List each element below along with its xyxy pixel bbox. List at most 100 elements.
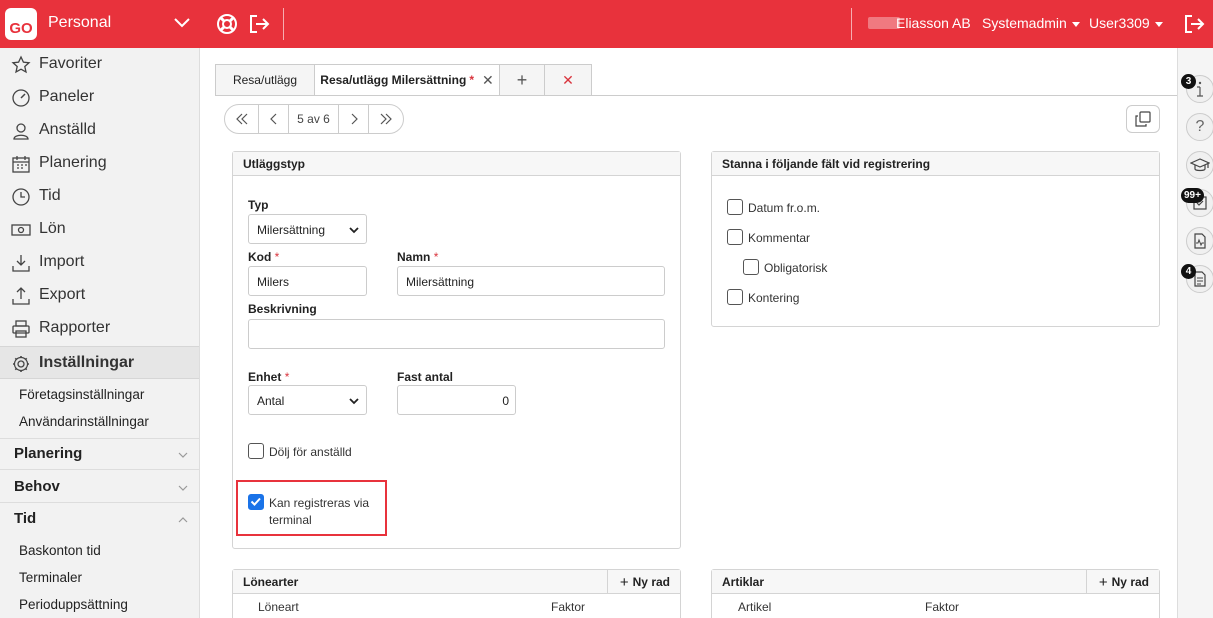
user-label: User3309 <box>1089 15 1150 31</box>
right-rail: 3 ? 99+ 4 <box>1177 48 1213 618</box>
sidebar-subitem-anvandarinstallningar[interactable]: Användarinställningar <box>19 414 149 429</box>
new-tab-button[interactable]: + <box>499 64 545 96</box>
panel-title: Stanna i följande fält vid registrering <box>712 152 1159 176</box>
role-menu[interactable]: Systemadmin <box>982 15 1080 31</box>
app-logo[interactable]: GO <box>5 8 37 40</box>
close-icon[interactable]: ✕ <box>482 72 494 89</box>
col-header-artikel[interactable]: Artikel <box>738 600 771 614</box>
obligatorisk-checkbox[interactable] <box>743 259 759 275</box>
plus-icon: + <box>619 574 629 591</box>
chevron-down-icon[interactable] <box>172 12 192 32</box>
sidebar-item-rapporter[interactable]: Rapporter <box>0 312 199 345</box>
fast-antal-input[interactable]: 0 <box>397 385 516 415</box>
kod-input[interactable]: Milers <box>248 266 367 296</box>
export-icon <box>12 287 30 305</box>
toolbar-divider <box>851 8 852 40</box>
role-label: Systemadmin <box>982 15 1067 31</box>
info-badge: 3 <box>1181 74 1196 89</box>
sidebar-item-label: Inställningar <box>39 354 135 371</box>
lifebuoy-icon[interactable] <box>215 12 239 36</box>
obligatorisk-label: Obligatorisk <box>764 261 828 275</box>
panel-title: Artiklar <box>722 575 765 589</box>
calendar-icon <box>12 156 30 173</box>
activity-button[interactable] <box>1186 227 1213 255</box>
sidebar-item-lon[interactable]: Lön <box>0 213 199 246</box>
sidebar-subitem-terminaler[interactable]: Terminaler <box>19 570 82 585</box>
help-button[interactable]: ? <box>1186 113 1213 141</box>
check-icon <box>250 497 261 506</box>
dolj-for-anstalld-checkbox[interactable] <box>248 443 264 459</box>
new-row-label: Ny rad <box>632 575 670 589</box>
sidebar-subitem-baskonton-tid[interactable]: Baskonton tid <box>19 543 101 558</box>
panel-header: Lönearter + Ny rad <box>233 570 680 594</box>
academy-button[interactable] <box>1186 151 1213 179</box>
sidebar-item-planering[interactable]: Planering <box>0 147 199 180</box>
chevron-down-icon <box>178 452 188 458</box>
terminal-label-line: terminal <box>269 513 312 527</box>
user-menu[interactable]: User3309 <box>1089 15 1163 31</box>
kod-label: Kod * <box>248 250 279 264</box>
next-record-button[interactable] <box>339 105 369 133</box>
sidebar-item-favoriter[interactable]: Favoriter <box>0 48 199 81</box>
kan-registreras-via-terminal-checkbox[interactable] <box>248 494 264 510</box>
plus-icon: + <box>1098 574 1108 591</box>
section-label: Tid <box>14 510 37 527</box>
chevron-down-icon <box>349 227 359 234</box>
sidebar-item-anstalld[interactable]: Anställd <box>0 114 199 147</box>
money-icon <box>11 224 31 236</box>
sidebar: Favoriter Paneler Anställd Planering Tid… <box>0 48 200 618</box>
col-header-loneart[interactable]: Löneart <box>258 600 299 614</box>
typ-select[interactable]: Milersättning <box>248 214 367 244</box>
kontering-checkbox[interactable] <box>727 289 743 305</box>
record-pager: 5 av 6 <box>224 104 404 134</box>
col-header-faktor[interactable]: Faktor <box>551 600 585 614</box>
col-header-faktor[interactable]: Faktor <box>925 600 959 614</box>
graduation-cap-icon <box>1190 158 1210 172</box>
sidebar-section-behov[interactable]: Behov <box>0 472 199 502</box>
sidebar-item-label: Anställd <box>39 121 96 138</box>
sidebar-item-export[interactable]: Export <box>0 279 199 312</box>
divider <box>0 469 199 470</box>
chevron-right-icon <box>351 113 358 125</box>
sidebar-subitem-foretagsinstallningar[interactable]: Företagsinställningar <box>19 387 144 402</box>
chevron-down-icon <box>178 485 188 491</box>
kommentar-label: Kommentar <box>748 231 811 245</box>
lonearter-new-row-button[interactable]: + Ny rad <box>606 570 680 593</box>
sidebar-item-label: Favoriter <box>39 55 103 72</box>
tab-resa-utlagg-milersattning[interactable]: Resa/utlägg Milersättning * ✕ <box>314 64 500 96</box>
app-title[interactable]: Personal <box>48 14 111 32</box>
typ-value: Milersättning <box>257 223 326 237</box>
enhet-label: Enhet * <box>248 370 289 384</box>
sidebar-section-planering[interactable]: Planering <box>0 439 199 469</box>
sign-out-icon[interactable] <box>247 12 271 36</box>
datum-from-checkbox[interactable] <box>727 199 743 215</box>
sidebar-item-label: Planering <box>39 154 107 171</box>
prev-record-button[interactable] <box>259 105 289 133</box>
tab-resa-utlagg[interactable]: Resa/utlägg <box>215 64 315 96</box>
required-marker: * <box>284 370 290 384</box>
gauge-icon <box>12 89 30 107</box>
sidebar-subitem-perioduppsattning[interactable]: Perioduppsättning <box>19 597 128 612</box>
enhet-select[interactable]: Antal <box>248 385 367 415</box>
namn-label: Namn * <box>397 250 438 264</box>
sidebar-item-tid[interactable]: Tid <box>0 180 199 213</box>
beskrivning-input[interactable] <box>248 319 665 349</box>
namn-input[interactable]: Milersättning <box>397 266 665 296</box>
artiklar-new-row-button[interactable]: + Ny rad <box>1085 570 1159 593</box>
record-position: 5 av 6 <box>289 105 339 133</box>
toolbar-divider <box>283 8 284 40</box>
logout-icon[interactable] <box>1182 12 1206 36</box>
company-name[interactable]: Eliasson AB <box>896 15 971 31</box>
last-record-button[interactable] <box>369 105 403 133</box>
kommentar-checkbox[interactable] <box>727 229 743 245</box>
copy-button[interactable] <box>1126 105 1160 133</box>
sidebar-section-tid[interactable]: Tid <box>0 504 199 534</box>
gear-icon <box>13 356 29 372</box>
sidebar-item-import[interactable]: Import <box>0 246 199 279</box>
document-pulse-icon <box>1194 233 1206 249</box>
fast-antal-label: Fast antal <box>397 370 454 384</box>
sidebar-item-installningar[interactable]: Inställningar <box>0 346 199 379</box>
sidebar-item-paneler[interactable]: Paneler <box>0 81 199 114</box>
close-tabs-button[interactable]: ✕ <box>544 64 592 96</box>
first-record-button[interactable] <box>225 105 259 133</box>
